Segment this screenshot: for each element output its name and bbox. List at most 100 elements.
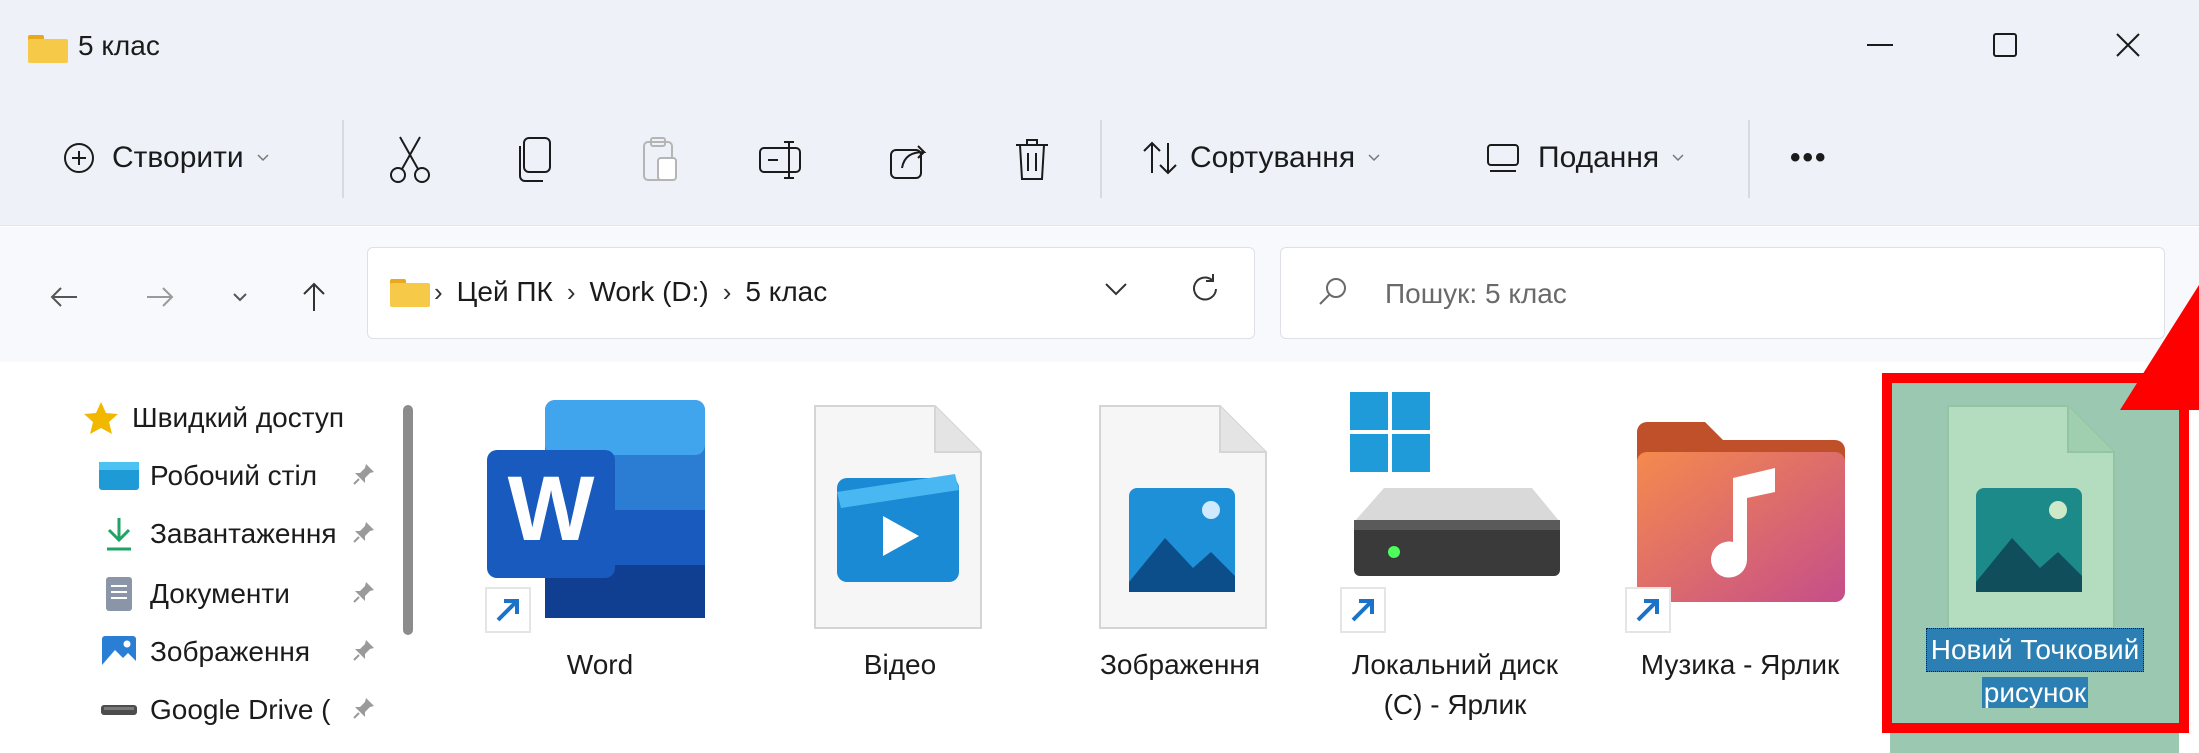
address-row: › Цей ПК › Work (D:) › 5 клас Пошук: 5 к… [0, 227, 2199, 362]
search-input[interactable]: Пошук: 5 клас [1280, 247, 2165, 339]
svg-text:W: W [508, 458, 595, 560]
shortcut-arrow-icon [1625, 587, 1671, 633]
file-item-local-disk[interactable]: Локальний диск (C) - Ярлик [1340, 382, 1570, 752]
download-icon [98, 516, 140, 552]
back-button[interactable] [34, 267, 94, 327]
shortcut-arrow-icon [485, 587, 531, 633]
documents-icon [98, 576, 140, 612]
toolbar-separator [342, 120, 344, 198]
sidebar-item-label: Швидкий доступ [132, 402, 345, 433]
cut-button[interactable] [380, 130, 440, 190]
chevron-down-icon [1672, 154, 1684, 162]
search-icon [1319, 278, 1346, 305]
forward-button[interactable] [130, 267, 190, 327]
file-name: Відео [863, 649, 937, 680]
file-item-video[interactable]: Відео [785, 382, 1015, 752]
star-icon [80, 400, 122, 436]
file-name: Локальний диск (C) - Ярлик [1351, 649, 1559, 720]
sidebar-item-google-drive[interactable]: Google Drive ( [98, 686, 340, 734]
folder-icon [28, 35, 68, 63]
pin-icon[interactable] [350, 694, 378, 722]
pin-icon[interactable] [350, 578, 378, 606]
address-history-button[interactable] [1104, 282, 1128, 301]
view-icon [1487, 144, 1519, 172]
up-button[interactable] [284, 267, 344, 327]
pin-icon[interactable] [350, 636, 378, 664]
chevron-down-icon [257, 154, 269, 162]
breadcrumb-separator-icon: › [434, 276, 443, 307]
breadcrumb-item-this-pc[interactable]: Цей ПК [457, 276, 553, 308]
paste-icon [643, 137, 677, 181]
file-item-images[interactable]: Зображення [1065, 382, 1295, 752]
maximize-button[interactable] [1970, 20, 2040, 70]
sidebar-item-desktop[interactable]: Робочий стіл [98, 452, 340, 500]
more-options-button[interactable]: ••• [1790, 118, 1828, 198]
folder-icon [390, 279, 430, 307]
file-name: Зображення [1099, 649, 1261, 680]
toolbar-separator [1748, 120, 1750, 198]
sidebar-item-label: Завантаження [150, 518, 337, 549]
share-icon [890, 145, 927, 179]
chevron-down-icon [1368, 154, 1380, 162]
pointer-arrow-icon [2120, 285, 2199, 410]
minimize-button[interactable] [1845, 20, 1915, 70]
file-explorer-window: 5 клас Створити Сортування Подання ••• ›… [0, 0, 2199, 753]
file-name: Word [566, 649, 634, 680]
trash-icon [1016, 139, 1048, 180]
view-label: Подання [1538, 141, 1660, 174]
breadcrumb-separator-icon: › [722, 276, 732, 307]
pictures-icon [98, 634, 140, 670]
share-button[interactable] [880, 130, 940, 190]
sidebar-item-quick-access[interactable]: Швидкий доступ [80, 394, 432, 442]
scissors-icon [390, 136, 430, 183]
navigation-pane: Швидкий доступ Робочий стіл Завантаження… [0, 362, 425, 753]
command-bar: Створити Сортування Подання ••• [0, 90, 2199, 226]
close-button[interactable] [2093, 20, 2163, 70]
highlight-frame [1882, 373, 2189, 733]
breadcrumb-separator-icon: › [566, 276, 576, 307]
copy-button[interactable] [505, 130, 565, 190]
sort-label: Сортування [1190, 141, 1356, 174]
shortcut-arrow-icon [1340, 587, 1386, 633]
drive-icon [98, 692, 140, 728]
breadcrumb-item-work-drive[interactable]: Work (D:) [589, 276, 708, 308]
sidebar-item-label: Google Drive ( [150, 694, 331, 725]
pin-icon[interactable] [350, 460, 378, 488]
pin-icon[interactable] [350, 518, 378, 546]
sidebar-scrollbar[interactable] [403, 405, 413, 635]
paste-button[interactable] [630, 130, 690, 190]
create-label: Створити [112, 141, 244, 174]
chevron-down-icon [1105, 283, 1127, 296]
sidebar-item-downloads[interactable]: Завантаження [98, 510, 365, 558]
image-file-icon [1099, 405, 1267, 629]
file-name: Музика - Ярлик [1640, 649, 1840, 680]
breadcrumb-item-current[interactable]: 5 клас [745, 276, 827, 308]
window-title: 5 клас [78, 30, 160, 61]
plus-circle-icon [64, 143, 94, 173]
file-item-music[interactable]: Музика - Ярлик [1625, 382, 1855, 752]
chevron-down-icon [233, 293, 247, 302]
sort-button[interactable]: Сортування [1140, 118, 1381, 198]
arrow-up-icon [303, 282, 325, 311]
file-item-word[interactable]: W Word [485, 382, 715, 752]
refresh-icon [1193, 274, 1217, 301]
refresh-button[interactable] [1188, 272, 1222, 311]
toolbar-separator [1100, 120, 1102, 198]
recent-locations-button[interactable] [210, 267, 270, 327]
minimize-icon [1867, 44, 1893, 46]
sidebar-item-documents[interactable]: Документи [98, 570, 340, 618]
title-bar: 5 клас [0, 0, 2199, 90]
address-bar[interactable]: › Цей ПК › Work (D:) › 5 клас [367, 247, 1255, 339]
close-icon [2116, 33, 2140, 57]
delete-button[interactable] [1002, 130, 1062, 190]
create-button[interactable]: Створити [62, 118, 270, 198]
sidebar-item-label: Документи [150, 578, 290, 609]
more-icon: ••• [1790, 141, 1828, 174]
copy-icon [519, 137, 551, 182]
sidebar-item-label: Зображення [150, 636, 311, 667]
search-placeholder: Пошук: 5 клас [1385, 278, 1567, 309]
rename-button[interactable] [752, 130, 812, 190]
view-button[interactable]: Подання [1486, 118, 1685, 198]
arrow-right-icon [147, 287, 174, 307]
sidebar-item-pictures[interactable]: Зображення [98, 628, 340, 676]
